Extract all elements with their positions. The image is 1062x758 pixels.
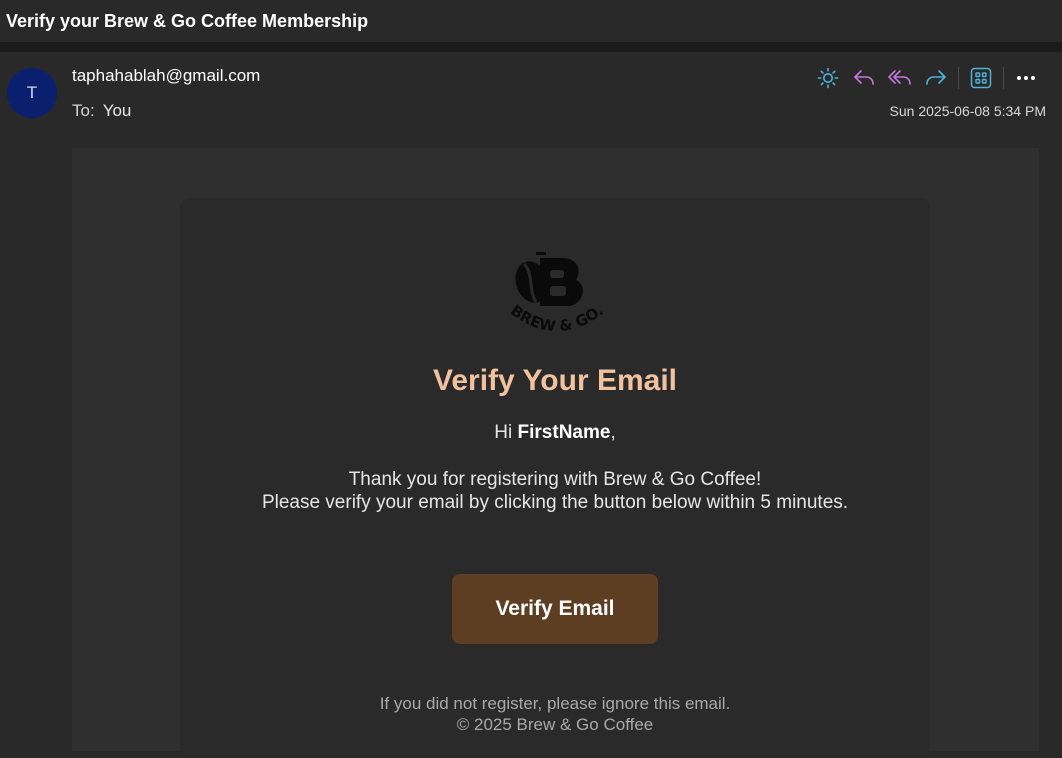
toolbar-separator xyxy=(958,67,959,89)
greeting-prefix: Hi xyxy=(494,422,518,443)
reply-icon[interactable] xyxy=(846,64,882,92)
toolbar-separator xyxy=(1003,67,1004,89)
brew-and-go-logo: BREW & GO. xyxy=(498,250,614,346)
message-line-1: Thank you for registering with Brew & Go… xyxy=(348,469,762,490)
reply-all-icon[interactable] xyxy=(882,64,918,92)
recipient-line: To: You xyxy=(72,101,131,121)
divider xyxy=(0,42,1062,52)
greeting: Hi FirstName, xyxy=(180,422,930,444)
forward-icon[interactable] xyxy=(918,64,954,92)
received-date: Sun 2025-06-08 5:34 PM xyxy=(889,103,1046,119)
message-header: T taphahablah@gmail.com To: You Sun 2025… xyxy=(0,52,1062,148)
greeting-suffix: , xyxy=(610,422,616,443)
greeting-name: FirstName xyxy=(517,422,611,443)
footer-notice: If you did not register, please ignore t… xyxy=(379,694,731,713)
sun-icon[interactable] xyxy=(810,64,846,92)
email-body-wrapper: BREW & GO. Verify Your Email Hi FirstNam… xyxy=(72,148,1039,758)
email-card: BREW & GO. Verify Your Email Hi FirstNam… xyxy=(180,198,930,758)
verify-email-button[interactable]: Verify Email xyxy=(452,574,658,644)
title-bar: Verify your Brew & Go Coffee Membership xyxy=(0,0,1062,42)
svg-text:BREW & GO.: BREW & GO. xyxy=(507,301,607,335)
sender-address[interactable]: taphahablah@gmail.com xyxy=(72,66,260,86)
message-toolbar xyxy=(810,64,1044,92)
footer-copyright: © 2025 Brew & Go Coffee xyxy=(456,715,654,734)
logo-text: BREW & GO. xyxy=(507,301,607,335)
apps-icon[interactable] xyxy=(963,64,999,92)
email-subject: Verify your Brew & Go Coffee Membership xyxy=(6,10,369,31)
recipient-name[interactable]: You xyxy=(103,101,132,120)
email-footer: If you did not register, please ignore t… xyxy=(180,693,930,735)
more-icon[interactable] xyxy=(1008,64,1044,92)
message-line-2: Please verify your email by clicking the… xyxy=(261,492,849,513)
to-label: To: xyxy=(72,101,95,120)
email-heading: Verify Your Email xyxy=(433,364,677,397)
email-message: Thank you for registering with Brew & Go… xyxy=(180,468,930,514)
avatar[interactable]: T xyxy=(7,68,57,118)
